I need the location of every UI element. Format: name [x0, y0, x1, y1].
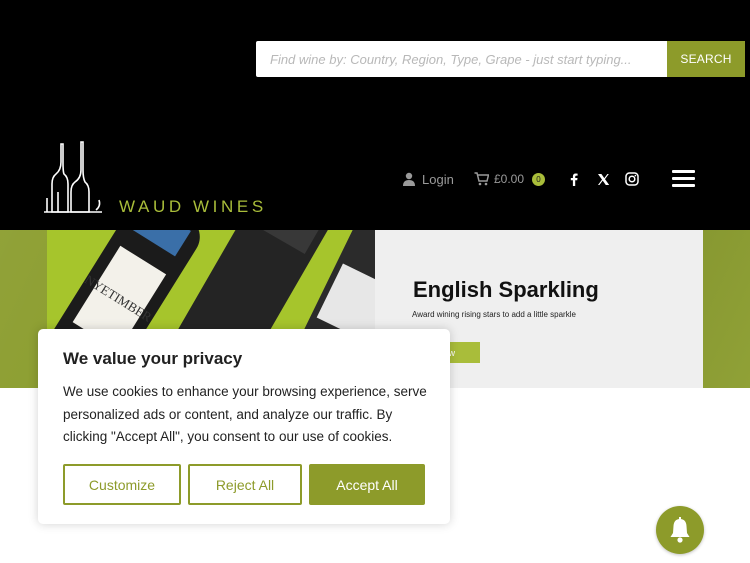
- cookie-text: We use cookies to enhance your browsing …: [63, 384, 427, 444]
- search-button[interactable]: SEARCH: [667, 41, 745, 77]
- reject-all-button[interactable]: Reject All: [188, 464, 302, 505]
- cart-link[interactable]: £0.00 0: [474, 168, 546, 190]
- slide-subtitle: Award wining rising stars to add a littl…: [412, 310, 576, 319]
- instagram-icon[interactable]: [624, 171, 640, 187]
- customize-button[interactable]: Customize: [63, 464, 181, 505]
- notification-bell-button[interactable]: [656, 506, 704, 554]
- logo[interactable]: WAUD WINES: [44, 140, 284, 220]
- cart-total: £0.00: [494, 172, 525, 186]
- cookie-consent-dialog: We value your privacy We use cookies to …: [38, 329, 450, 524]
- login-link[interactable]: Login: [402, 168, 454, 190]
- search-input[interactable]: [256, 41, 667, 77]
- x-twitter-icon[interactable]: [595, 171, 611, 187]
- site-header: SEARCH WAUD WINES Login £0.00 0: [0, 0, 750, 230]
- cart-icon: [474, 172, 489, 186]
- cookie-title: We value your privacy: [63, 349, 243, 368]
- login-label: Login: [422, 171, 454, 187]
- cart-count-badge: 0: [532, 172, 546, 186]
- facebook-icon[interactable]: [566, 171, 582, 187]
- wine-bottles-logo-icon: [44, 141, 102, 213]
- social-links: [566, 168, 640, 190]
- slide-title: English Sparkling: [413, 277, 599, 302]
- user-icon: [403, 172, 415, 186]
- search-bar: SEARCH: [256, 41, 745, 77]
- logo-text: WAUD WINES: [119, 197, 267, 216]
- bell-icon: [670, 517, 690, 543]
- hamburger-menu-icon[interactable]: [672, 170, 695, 187]
- accept-all-button[interactable]: Accept All: [309, 464, 425, 505]
